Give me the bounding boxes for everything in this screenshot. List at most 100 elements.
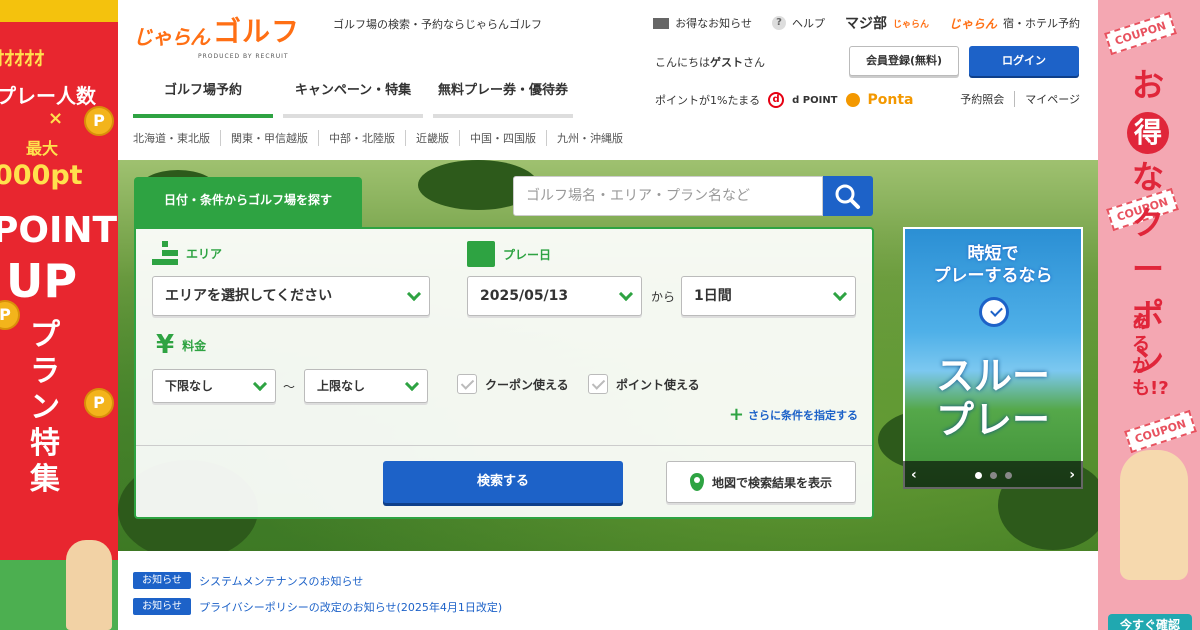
coupon-check-button[interactable]: 今すぐ確認 bbox=[1108, 614, 1192, 630]
logo-golf: ゴルフ bbox=[213, 15, 301, 48]
chevron-down-icon bbox=[618, 286, 634, 302]
keyword-search bbox=[513, 176, 873, 216]
tab-campaign[interactable]: キャンペーン・特集 bbox=[283, 70, 423, 118]
logo-produced-by: PRODUCED BY RECRUIT bbox=[198, 53, 289, 60]
search-button[interactable]: 検索する bbox=[383, 461, 623, 503]
left-side-banner[interactable]: ｵｵｵｵｵ プレー人数 × 最大 000pt POINT UP プラン特集 P … bbox=[0, 0, 118, 630]
price-tilde: 〜 bbox=[283, 380, 296, 394]
through-play-promo-banner[interactable]: 時短で プレーするなら スルー プレー bbox=[903, 227, 1083, 489]
more-conditions-link[interactable]: + さらに条件を指定する bbox=[729, 404, 858, 425]
plus-icon: + bbox=[728, 404, 744, 425]
calendar-icon bbox=[467, 241, 495, 267]
carousel-prev-button[interactable]: ‹ bbox=[911, 467, 917, 483]
account-links: 予約照会 マイページ bbox=[950, 91, 1080, 107]
banner-people-icons: ｵｵｵｵｵ bbox=[0, 46, 44, 70]
coupon-maybe: あるかも!? bbox=[1132, 312, 1169, 399]
coin-icon: P bbox=[84, 388, 114, 418]
toku-badge-icon: 得 bbox=[1127, 112, 1169, 154]
news-link[interactable]: お得なお知らせ bbox=[653, 15, 752, 31]
site-logo[interactable]: じゃらん ゴルフ bbox=[133, 14, 300, 50]
coupon-ticket-icon: COUPON bbox=[1104, 11, 1177, 56]
search-icon bbox=[835, 184, 860, 209]
login-button[interactable]: ログイン bbox=[969, 46, 1079, 76]
area-icon bbox=[152, 241, 178, 265]
ponta-icon bbox=[845, 93, 860, 107]
question-icon: ? bbox=[771, 16, 786, 30]
days-select[interactable]: 1日間 bbox=[681, 276, 856, 316]
chevron-down-icon bbox=[406, 286, 422, 302]
dpoint-text: POINT bbox=[802, 94, 838, 106]
promo-title: スルー プレー bbox=[905, 354, 1081, 442]
panel-divider bbox=[136, 445, 872, 446]
region-link[interactable]: 関東・甲信越版 bbox=[221, 130, 319, 146]
region-link[interactable]: 中部・北陸版 bbox=[319, 130, 406, 146]
region-link[interactable]: 近畿版 bbox=[406, 130, 460, 146]
coupon-checkbox-label: クーポン使える bbox=[485, 377, 569, 392]
points-info: ポイントが1%たまる d d POINT Ponta bbox=[655, 92, 914, 108]
region-link[interactable]: 中国・四国版 bbox=[460, 130, 547, 146]
carousel-dot[interactable] bbox=[974, 471, 982, 479]
region-links: 北海道・東北版 関東・甲信越版 中部・北陸版 近畿版 中国・四国版 九州・沖縄版 bbox=[133, 130, 633, 146]
main-tabs: ゴルフ場予約 キャンペーン・特集 無料プレー券・優待券 bbox=[133, 70, 573, 118]
price-min-value: 下限なし bbox=[165, 379, 214, 393]
banner-times: × bbox=[48, 108, 64, 129]
search-by-conditions-tab[interactable]: 日付・条件からゴルフ場を探す bbox=[134, 177, 362, 227]
area-label-text: エリア bbox=[186, 246, 223, 261]
mypage-link[interactable]: マイページ bbox=[1015, 91, 1080, 107]
price-max-select[interactable]: 上限なし bbox=[304, 369, 428, 403]
coupon-ticket-icon: COUPON bbox=[1124, 409, 1197, 454]
coin-icon: P bbox=[84, 106, 114, 136]
top-links: お得なお知らせ ? ヘルプ マジ部 じゃらん じゃらん 宿・ホテル予約 bbox=[653, 13, 1080, 33]
cat-mascot-icon bbox=[66, 540, 112, 630]
promo-subtitle: 時短で プレーするなら bbox=[905, 243, 1081, 287]
maji-label: マジ部 bbox=[844, 16, 887, 32]
coupon-checkbox[interactable]: クーポン使える bbox=[457, 374, 569, 394]
tab-free-play[interactable]: 無料プレー券・優待券 bbox=[433, 70, 573, 118]
maji-link[interactable]: マジ部 じゃらん bbox=[845, 13, 929, 33]
keyword-search-input[interactable] bbox=[513, 176, 823, 216]
notice-link[interactable]: システムメンテナンスのお知らせ bbox=[199, 573, 363, 589]
notice-tag: お知らせ bbox=[133, 598, 191, 615]
area-select[interactable]: エリアを選択してください bbox=[152, 276, 430, 316]
price-min-select[interactable]: 下限なし bbox=[152, 369, 276, 403]
date-label-text: プレー日 bbox=[503, 247, 552, 262]
map-pin-icon bbox=[689, 473, 704, 491]
help-link-label: ヘルプ bbox=[791, 17, 825, 30]
carousel-next-button[interactable]: › bbox=[1069, 467, 1075, 483]
notice-link[interactable]: プライバシーポリシーの改定のお知らせ(2025年4月1日改定) bbox=[199, 599, 502, 615]
point-checkbox[interactable]: ポイント使える bbox=[588, 374, 700, 394]
yado-link-label: 宿・ホテル予約 bbox=[1003, 17, 1080, 30]
dpoint-label: d POINT bbox=[792, 94, 838, 106]
yado-link[interactable]: じゃらん 宿・ホテル予約 bbox=[949, 15, 1080, 32]
help-link[interactable]: ? ヘルプ bbox=[771, 15, 825, 31]
greeting-name: ゲスト bbox=[710, 56, 743, 69]
search-panel: エリア エリアを選択してください プレー日 2025/05/13 から 1日間 … bbox=[134, 227, 874, 519]
chevron-down-icon bbox=[404, 376, 420, 392]
tab-golf-reservation[interactable]: ゴルフ場予約 bbox=[133, 70, 273, 118]
date-select[interactable]: 2025/05/13 bbox=[467, 276, 642, 316]
promo-title2: プレー bbox=[935, 398, 1050, 442]
carousel-dot[interactable] bbox=[989, 471, 997, 479]
register-button[interactable]: 会員登録(無料) bbox=[849, 46, 959, 76]
checkbox-icon bbox=[457, 374, 477, 394]
banner-max: 最大 bbox=[26, 139, 59, 158]
map-search-button[interactable]: 地図で検索結果を表示 bbox=[666, 461, 856, 503]
point-checkbox-label: ポイント使える bbox=[616, 377, 700, 392]
site-tagline: ゴルフ場の検索・予約ならじゃらんゴルフ bbox=[333, 18, 542, 31]
promo-line2: プレーするなら bbox=[933, 266, 1053, 286]
region-link[interactable]: 九州・沖縄版 bbox=[547, 130, 633, 146]
keyword-search-button[interactable] bbox=[823, 176, 873, 216]
banner-top-strip bbox=[0, 0, 118, 22]
region-link[interactable]: 北海道・東北版 bbox=[133, 130, 221, 146]
banner-up-text: UP bbox=[6, 254, 78, 308]
area-select-value: エリアを選択してください bbox=[165, 288, 333, 304]
reservation-lookup-link[interactable]: 予約照会 bbox=[950, 91, 1016, 107]
yen-icon: ¥ bbox=[156, 330, 175, 360]
envelope-icon bbox=[653, 17, 670, 29]
notice-list: お知らせ システムメンテナンスのお知らせ お知らせ プライバシーポリシーの改定の… bbox=[133, 572, 502, 624]
carousel-dot[interactable] bbox=[1004, 471, 1012, 479]
right-side-banner[interactable]: COUPON COUPON COUPON お 得 なクーポン あるかも!? 今す… bbox=[1098, 0, 1200, 630]
coupon-headline-o: お bbox=[1131, 66, 1164, 104]
clock-icon bbox=[979, 297, 1009, 327]
carousel-dots bbox=[974, 471, 1012, 479]
